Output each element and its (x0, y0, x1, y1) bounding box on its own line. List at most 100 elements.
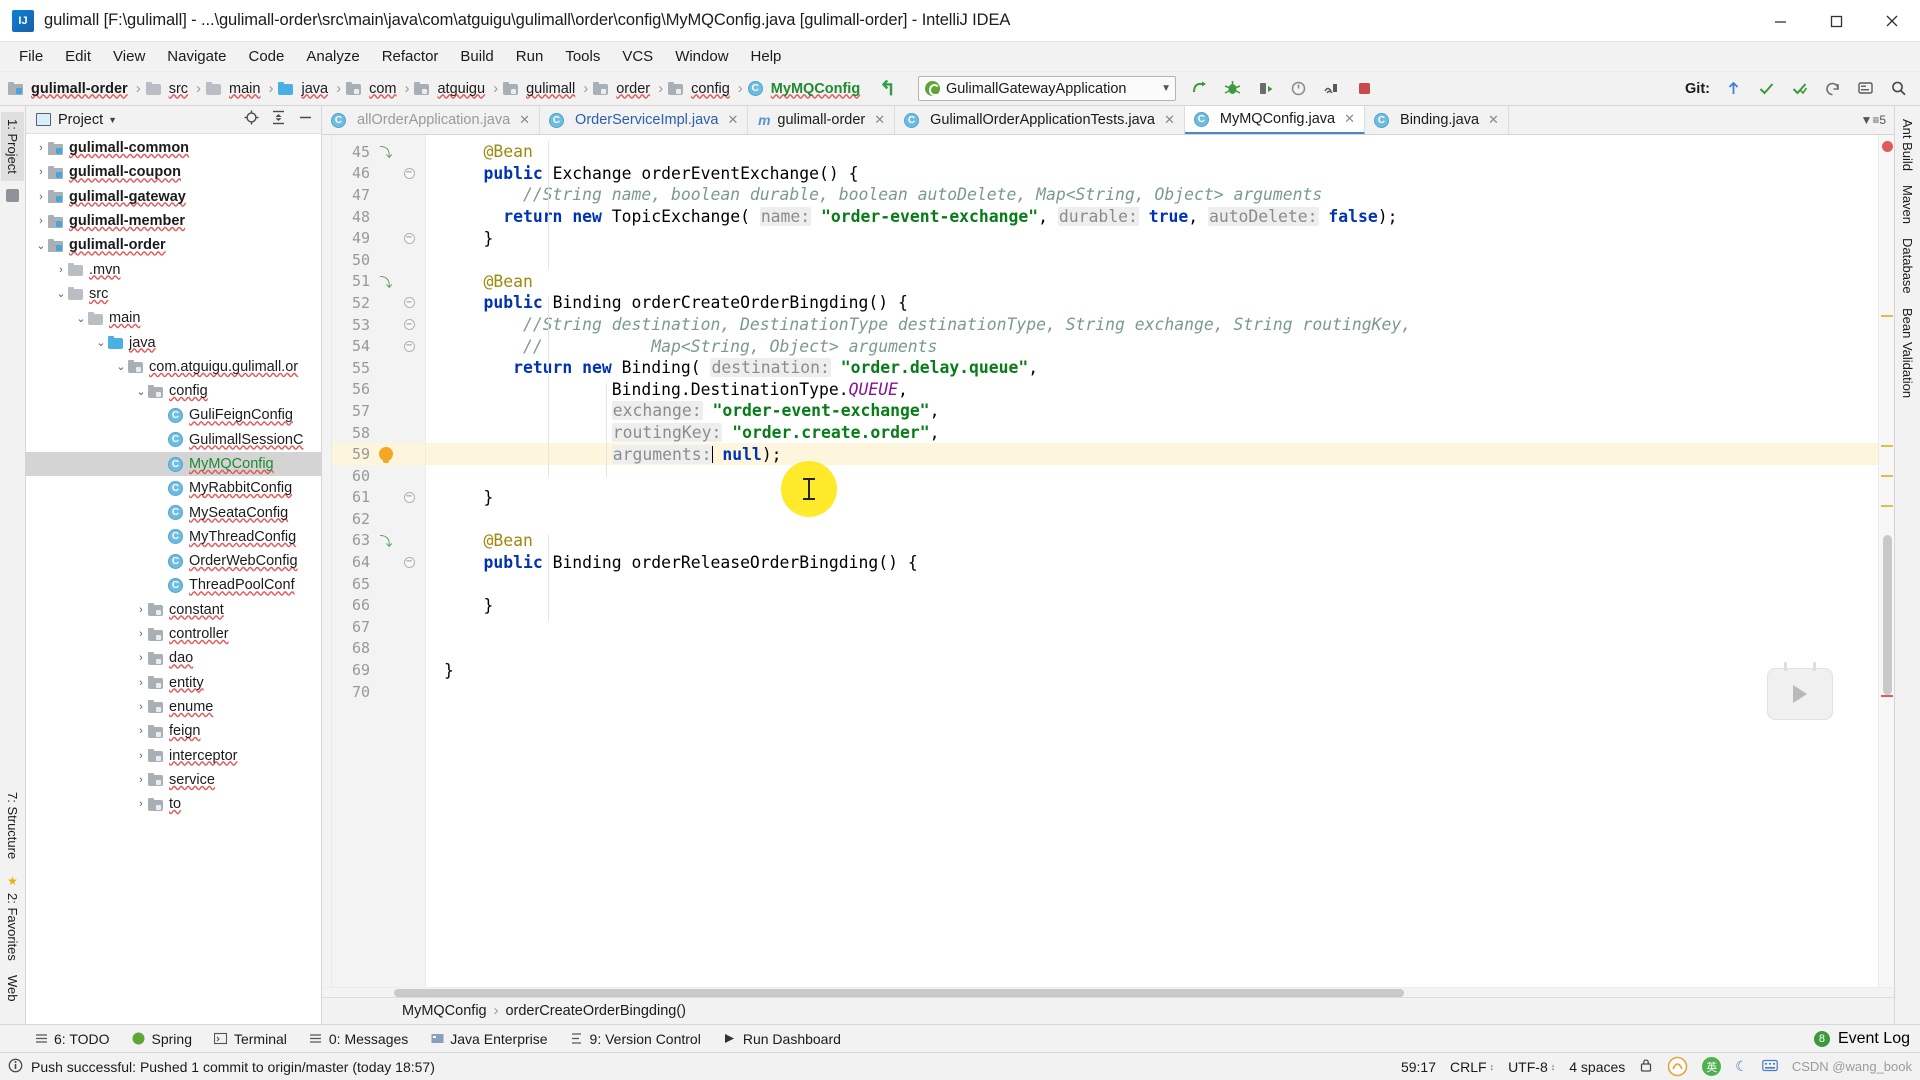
sogou-ime-icon[interactable] (1667, 1056, 1688, 1077)
chevron-down-icon[interactable]: ⌄ (134, 385, 148, 398)
menu-code[interactable]: Code (237, 45, 295, 68)
breadcrumb-order[interactable]: order › (593, 80, 668, 98)
editor-tab-binding-java[interactable]: C Binding.java ✕ (1365, 106, 1509, 134)
code-line-51[interactable]: @Bean (426, 271, 1878, 293)
warning-stripe[interactable] (1881, 315, 1893, 317)
menu-build[interactable]: Build (449, 45, 504, 68)
rail-tab-maven[interactable]: Maven (1896, 178, 1919, 231)
gutter-line-46[interactable]: 46 − (332, 163, 425, 185)
chevron-right-icon[interactable]: › (134, 701, 148, 713)
breadcrumb-java[interactable]: java › (278, 80, 346, 98)
bean-gutter-icon[interactable]: ⤵ (374, 531, 398, 550)
tree-item-feign[interactable]: › feign (26, 719, 321, 743)
chevron-down-icon[interactable]: ⌄ (74, 312, 88, 325)
editor-tab-gulimall-order[interactable]: m gulimall-order ✕ (748, 106, 896, 134)
code-line-68[interactable] (426, 638, 1878, 660)
tree-item-entity[interactable]: › entity (26, 671, 321, 695)
menu-help[interactable]: Help (740, 45, 793, 68)
tree-item-gulimall-gateway[interactable]: › gulimall-gateway (26, 185, 321, 209)
menu-refactor[interactable]: Refactor (371, 45, 450, 68)
code-line-67[interactable] (426, 616, 1878, 638)
commit-icon[interactable] (1756, 79, 1776, 99)
menu-tools[interactable]: Tools (554, 45, 611, 68)
chevron-right-icon[interactable]: › (54, 264, 68, 276)
gutter-line-48[interactable]: 48 (332, 206, 425, 228)
tree-item-service[interactable]: › service (26, 768, 321, 792)
gutter-line-56[interactable]: 56 (332, 379, 425, 401)
horizontal-scroll-thumb[interactable] (394, 989, 1404, 997)
gutter-line-57[interactable]: 57 (332, 400, 425, 422)
chevron-down-icon[interactable]: ⌄ (114, 360, 128, 373)
code-line-70[interactable] (426, 681, 1878, 703)
line-separator[interactable]: CRLF ↕ (1450, 1059, 1494, 1075)
event-log-label[interactable]: Event Log (1838, 1030, 1910, 1048)
caret-position[interactable]: 59:17 (1401, 1059, 1436, 1075)
tree-item-main[interactable]: ⌄ main (26, 306, 321, 330)
breadcrumb-mymqconfig[interactable]: C MyMQConfig (747, 80, 863, 98)
fold-toggle-icon[interactable]: − (398, 556, 420, 568)
editor-scrollbar-thumb[interactable] (1883, 535, 1892, 695)
chevron-right-icon[interactable]: › (34, 215, 48, 227)
bean-gutter-icon[interactable]: ⤵ (374, 272, 398, 291)
gutter-line-64[interactable]: 64 − (332, 551, 425, 573)
menu-analyze[interactable]: Analyze (295, 45, 370, 68)
code-line-47[interactable]: //String name, boolean durable, boolean … (426, 184, 1878, 206)
fold-toggle-icon[interactable]: − (398, 297, 420, 309)
editor-tab-gulimallorderapplicationtests-java[interactable]: C GulimallOrderApplicationTests.java ✕ (895, 106, 1185, 134)
debug-icon[interactable] (1223, 79, 1243, 99)
code-line-45[interactable]: @Bean (426, 141, 1878, 163)
breadcrumb-method[interactable]: orderCreateOrderBingding() (505, 1003, 686, 1019)
tree-item-gulimall-order[interactable]: ⌄ gulimall-order (26, 233, 321, 257)
breadcrumb-atguigu[interactable]: atguigu › (414, 80, 503, 98)
chevron-right-icon[interactable]: › (134, 604, 148, 616)
fold-toggle-icon[interactable]: − (398, 319, 420, 331)
gutter-line-45[interactable]: 45 ⤵ (332, 141, 425, 163)
intention-bulb-icon[interactable] (374, 447, 398, 464)
analysis-gutter[interactable] (1878, 135, 1894, 987)
chevron-right-icon[interactable]: › (134, 750, 148, 762)
gutter-line-50[interactable]: 50 (332, 249, 425, 271)
rail-tab-web[interactable]: Web (1, 968, 24, 1009)
code-line-50[interactable] (426, 249, 1878, 271)
fold-toggle-icon[interactable]: − (398, 491, 420, 503)
close-tab-icon[interactable]: ✕ (874, 112, 885, 128)
tree-item-interceptor[interactable]: › interceptor (26, 743, 321, 767)
rollback-icon[interactable] (1822, 79, 1842, 99)
gutter-line-60[interactable]: 60 (332, 465, 425, 487)
tree-item-controller[interactable]: › controller (26, 622, 321, 646)
gutter-line-51[interactable]: 51 ⤵ (332, 271, 425, 293)
breadcrumb-src[interactable]: src › (145, 80, 206, 98)
chevron-right-icon[interactable]: › (134, 774, 148, 786)
tree-item-to[interactable]: › to (26, 792, 321, 816)
maximize-button[interactable] (1808, 0, 1864, 42)
tree-item-orderwebconfig[interactable]: C OrderWebConfig (26, 549, 321, 573)
code-line-56[interactable]: Binding.DestinationType. QUEUE, (426, 379, 1878, 401)
code-editor[interactable]: 45 ⤵ 46−47 48 49−50 51 ⤵ 52−53−54−55 56 57 58 59 60 6… (322, 135, 1894, 987)
tree-item-gulifeignconfig[interactable]: C GuliFeignConfig (26, 403, 321, 427)
gutter-line-68[interactable]: 68 (332, 638, 425, 660)
code-line-62[interactable] (426, 508, 1878, 530)
bean-gutter-icon[interactable]: ⤵ (374, 142, 398, 161)
close-tab-icon[interactable]: ✕ (1488, 112, 1499, 128)
rail-tab-database[interactable]: Database (1896, 231, 1919, 301)
back-navigation-icon[interactable]: ↰ (879, 76, 896, 101)
fold-toggle-icon[interactable]: − (398, 340, 420, 352)
tree-item-src[interactable]: ⌄ src (26, 282, 321, 306)
update-project-icon[interactable] (1723, 79, 1743, 99)
fold-toggle-icon[interactable]: − (398, 167, 420, 179)
gutter-line-65[interactable]: 65 (332, 573, 425, 595)
code-line-46[interactable]: public Exchange orderEventExchange() { (426, 163, 1878, 185)
code-line-58[interactable]: routingKey: "order.create.order", (426, 422, 1878, 444)
code-line-69[interactable]: } (426, 659, 1878, 681)
warning-stripe[interactable] (1881, 475, 1893, 477)
gutter-line-49[interactable]: 49 − (332, 227, 425, 249)
code-line-55[interactable]: return new Binding( destination: "order.… (426, 357, 1878, 379)
tree-item-myseataconfig[interactable]: C MySeataConfig (26, 500, 321, 524)
menu-window[interactable]: Window (664, 45, 739, 68)
tree-item-gulimallsessionc[interactable]: C GulimallSessionC (26, 428, 321, 452)
gutter-line-62[interactable]: 62 (332, 508, 425, 530)
services-icon[interactable] (1322, 79, 1342, 99)
breadcrumb-class[interactable]: MyMQConfig (402, 1003, 487, 1019)
breadcrumb-main[interactable]: main › (206, 80, 278, 98)
gutter-line-55[interactable]: 55 (332, 357, 425, 379)
